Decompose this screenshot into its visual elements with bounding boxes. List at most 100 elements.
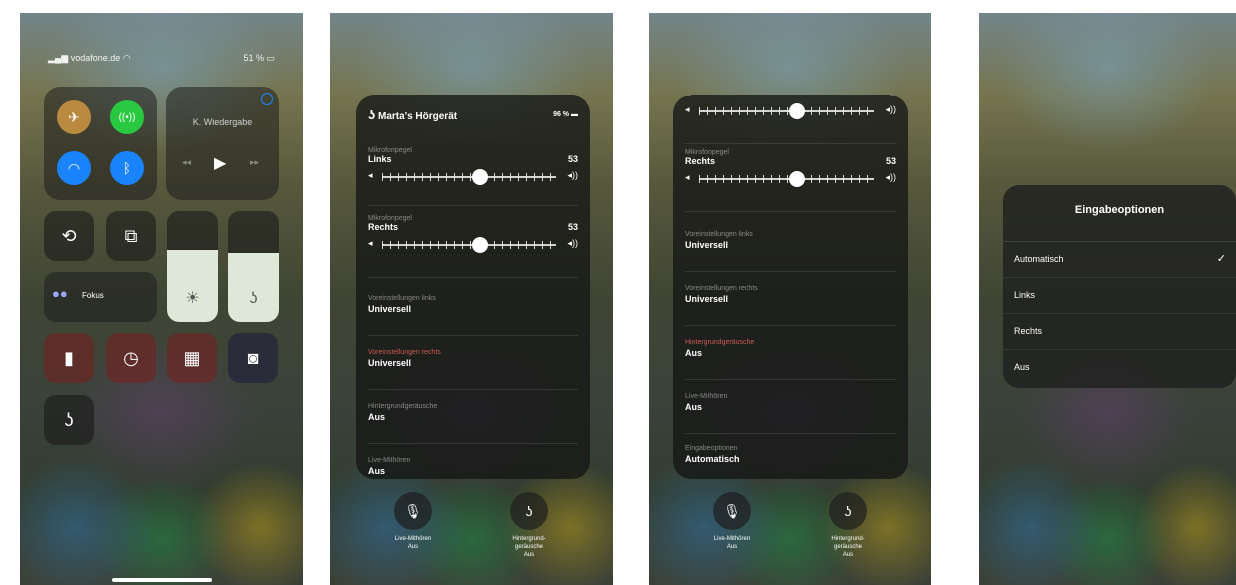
- caption-title: geräusche: [833, 544, 863, 550]
- flashlight-button[interactable]: ▮: [44, 333, 94, 383]
- live-listen-label: Live-Mithören: [368, 457, 411, 464]
- volume-high-icon: ◂)): [567, 170, 578, 180]
- right-mic-slider[interactable]: ◂ ◂)): [685, 171, 896, 187]
- side-label: Rechts: [685, 156, 716, 166]
- caption-value: Aus: [726, 544, 738, 550]
- left-mic-slider[interactable]: ◂ ◂)): [368, 169, 578, 185]
- ear-icon: ʖ: [249, 290, 258, 307]
- background-sounds-icon: ʖ: [844, 503, 852, 519]
- option-label: Links: [1014, 290, 1036, 300]
- right-mic-slider[interactable]: ◂ ◂)): [368, 237, 578, 253]
- caption-title: geräusche: [514, 544, 544, 550]
- preset-right-row[interactable]: Voreinstellungen rechts Universell: [685, 285, 896, 326]
- caption-value: Aus: [523, 552, 535, 558]
- mic-level-label: Mikrofonpegel: [368, 215, 412, 222]
- background-noise-value: Aus: [368, 412, 386, 422]
- battery-percent: 51 %: [243, 53, 264, 63]
- menu-title: Eingabeoptionen: [1003, 185, 1236, 242]
- timer-button[interactable]: ◷: [106, 333, 156, 383]
- cellular-data-button[interactable]: ((•)): [110, 100, 144, 134]
- left-mic-slider[interactable]: ◂ ◂)): [685, 103, 896, 119]
- device-name: Marta's Hörgerät: [378, 111, 458, 122]
- option-right[interactable]: Rechts: [1003, 314, 1236, 350]
- preset-right-row[interactable]: Voreinstellungen rechts Universell: [368, 349, 578, 390]
- brightness-fill: [167, 249, 218, 322]
- live-listen-value: Aus: [685, 402, 703, 412]
- level-value: 53: [567, 222, 578, 232]
- media-title: K. Wiedergabe: [192, 117, 253, 127]
- signal-icon: ▂▄▆: [48, 53, 69, 63]
- previous-track-icon[interactable]: ◂◂: [182, 157, 191, 168]
- background-noise-row[interactable]: Hintergrundgeräusche Aus: [685, 339, 896, 380]
- background-sounds-button[interactable]: ʖ: [510, 492, 548, 530]
- background-sounds-button[interactable]: ʖ: [829, 492, 867, 530]
- volume-low-icon: ◂: [368, 170, 373, 180]
- background-noise-label: Hintergrundgeräusche: [685, 339, 755, 346]
- wifi-icon: ◠: [122, 53, 131, 63]
- wifi-icon: ◠: [67, 159, 81, 176]
- brightness-slider[interactable]: ☀: [167, 211, 218, 322]
- slider-knob[interactable]: [472, 169, 488, 185]
- control-center-screen: ▂▄▆ vodafone.de ◠ 51 % ▭ ✈ ((•)) ◠ ᛒ K. …: [20, 13, 303, 585]
- volume-low-icon: ◂: [685, 104, 690, 114]
- preset-left-row[interactable]: Voreinstellungen links Universell: [368, 295, 578, 336]
- left-mic-level-row: ...... ◂ ◂)): [685, 95, 896, 144]
- option-left[interactable]: Links: [1003, 278, 1236, 314]
- calculator-button[interactable]: ▦: [167, 333, 217, 383]
- home-indicator[interactable]: [112, 578, 212, 582]
- option-label: Automatisch: [1014, 254, 1064, 264]
- focus-label: Fokus: [82, 291, 104, 300]
- ear-icon: ʖ: [368, 107, 376, 122]
- play-icon[interactable]: ▶: [214, 153, 226, 173]
- background-sounds-icon: ʖ: [525, 503, 533, 519]
- volume-low-icon: ◂: [368, 238, 373, 248]
- right-mic-level-row: Mikrofonpegel Rechts 53 ◂ ◂)): [368, 215, 578, 278]
- slider-knob[interactable]: [472, 237, 488, 253]
- option-automatic[interactable]: Automatisch ✓: [1003, 242, 1236, 278]
- live-listen-button[interactable]: 🎙: [394, 492, 432, 530]
- next-track-icon[interactable]: ▸▸: [250, 157, 259, 168]
- orientation-lock-button[interactable]: ⟲: [44, 211, 94, 261]
- camera-button[interactable]: ◙: [228, 333, 278, 383]
- wifi-button[interactable]: ◠: [57, 151, 91, 185]
- live-listen-button[interactable]: 🎙: [713, 492, 751, 530]
- left-mic-level-row: Mikrofonpegel Links 53 ◂ ◂)): [368, 147, 578, 206]
- bluetooth-button[interactable]: ᛒ: [110, 151, 144, 185]
- slider-knob[interactable]: [789, 103, 805, 119]
- hearing-settings-panel: ...... ◂ ◂)) Mikrofonpegel Rechts 53 ◂ ◂)…: [673, 95, 908, 479]
- hearing-slider[interactable]: ʖ: [228, 211, 279, 322]
- flashlight-icon: ▮: [64, 347, 74, 368]
- screen-mirroring-icon: ⧉: [124, 225, 138, 246]
- device-battery: 96 %: [553, 111, 570, 118]
- microphone-icon: 🎙: [404, 502, 422, 519]
- airplane-mode-button[interactable]: ✈: [57, 100, 91, 134]
- screen-mirroring-button[interactable]: ⧉: [106, 211, 156, 261]
- slider-track: [382, 244, 556, 246]
- live-listen-value: Aus: [368, 466, 386, 476]
- hearing-settings-panel: ʖ Marta's Hörgerät 96 % ▬ Mikrofonpegel …: [356, 95, 590, 479]
- battery-icon: ▬: [571, 111, 578, 118]
- side-label: Links: [368, 154, 392, 164]
- hearing-button[interactable]: ʖ: [44, 395, 94, 445]
- preset-left-row[interactable]: Voreinstellungen links Universell: [685, 231, 896, 272]
- media-tile[interactable]: K. Wiedergabe ◂◂ ▶ ▸▸: [166, 87, 279, 200]
- background-noise-row[interactable]: Hintergrundgeräusche Aus: [368, 403, 578, 444]
- live-listen-row[interactable]: Live-Mithören Aus: [368, 457, 578, 479]
- timer-icon: ◷: [123, 347, 139, 368]
- option-label: Rechts: [1014, 326, 1043, 336]
- input-options-row[interactable]: Eingabeoptionen Automatisch: [685, 445, 896, 479]
- airplay-icon[interactable]: [261, 93, 273, 105]
- caption-title: Hintergrund-: [512, 536, 546, 542]
- focus-button[interactable]: ●● Fokus: [44, 272, 157, 322]
- live-listen-row[interactable]: Live-Mithören Aus: [685, 393, 896, 434]
- preset-right-label: Voreinstellungen rechts: [685, 285, 758, 292]
- carrier-name: vodafone.de: [70, 53, 121, 63]
- option-off[interactable]: Aus: [1003, 350, 1236, 385]
- preset-right-label: Voreinstellungen rechts: [368, 349, 441, 356]
- camera-icon: ◙: [247, 347, 259, 368]
- live-listen-caption: Live-Mithören Aus: [378, 535, 448, 551]
- bluetooth-icon: ᛒ: [122, 160, 132, 176]
- input-options-label: Eingabeoptionen: [685, 445, 738, 452]
- slider-track: [699, 178, 874, 180]
- slider-knob[interactable]: [789, 171, 805, 187]
